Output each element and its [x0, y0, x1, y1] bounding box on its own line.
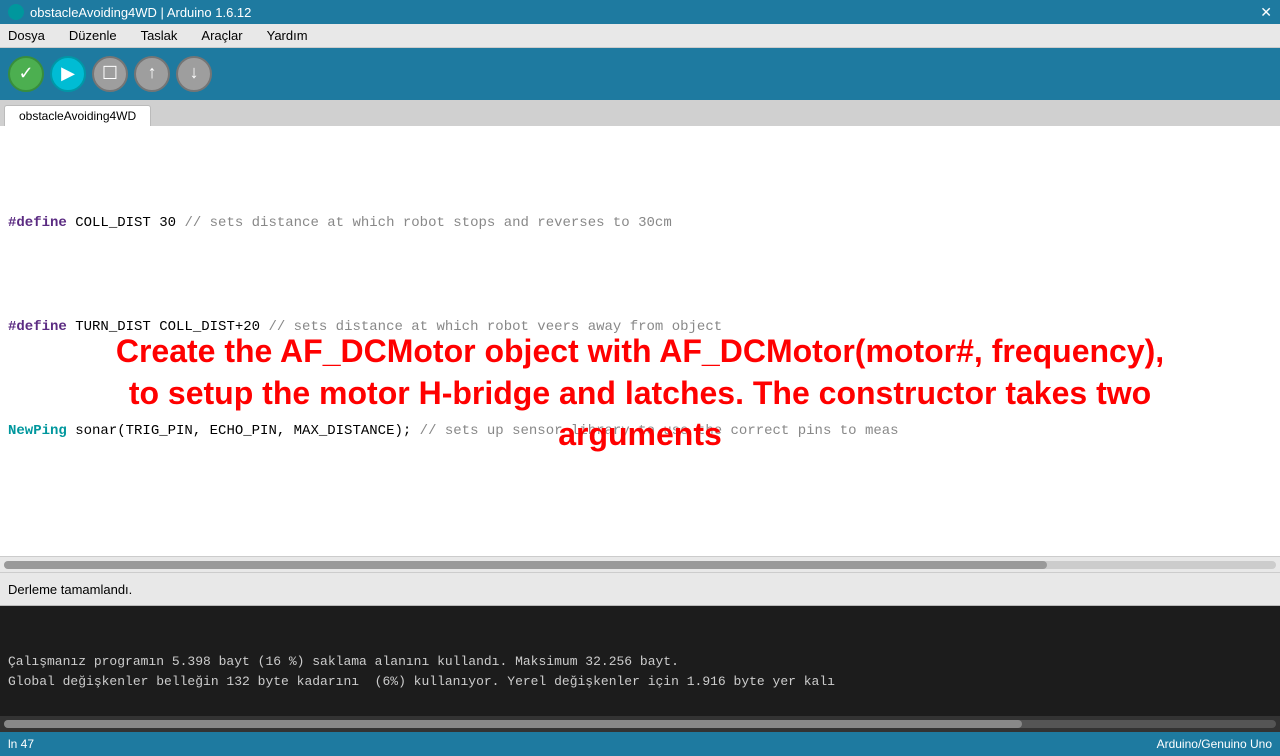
upload-button[interactable]: ▶: [50, 56, 86, 92]
verify-button[interactable]: ✓: [8, 56, 44, 92]
menu-araclar[interactable]: Araçlar: [197, 26, 246, 45]
title-bar: obstacleAvoiding4WD | Arduino 1.6.12 ✕: [0, 0, 1280, 24]
console-scrollbar-thumb[interactable]: [4, 720, 1022, 728]
menu-bar: Dosya Düzenle Taslak Araçlar Yardım: [0, 24, 1280, 48]
scrollbar-track: [4, 561, 1276, 569]
save-button[interactable]: ↓: [176, 56, 212, 92]
toolbar: ✓ ▶ ☐ ↑ ↓: [0, 48, 1280, 100]
window-close-button[interactable]: ✕: [1260, 4, 1272, 21]
open-button[interactable]: ↑: [134, 56, 170, 92]
titlebar-left: obstacleAvoiding4WD | Arduino 1.6.12: [8, 4, 251, 20]
new-button[interactable]: ☐: [92, 56, 128, 92]
cursor-position: ln 47: [8, 737, 34, 751]
console-output: Çalışmanız programın 5.398 bayt (16 %) s…: [0, 606, 1280, 716]
tab-obstacle[interactable]: obstacleAvoiding4WD: [4, 105, 151, 126]
code-line-3: NewPing sonar(TRIG_PIN, ECHO_PIN, MAX_DI…: [8, 418, 1272, 444]
console-scrollbar-track: [4, 720, 1276, 728]
bottom-status-bar: ln 47 Arduino/Genuino Uno: [0, 732, 1280, 756]
app-icon: [8, 4, 24, 20]
menu-dosya[interactable]: Dosya: [4, 26, 49, 45]
status-bar: Derleme tamamlandı.: [0, 572, 1280, 606]
code-area[interactable]: #define COLL_DIST 30 // sets distance at…: [0, 126, 1280, 556]
window-title: obstacleAvoiding4WD | Arduino 1.6.12: [30, 5, 251, 20]
console-line-1: [8, 634, 16, 649]
board-info: Arduino/Genuino Uno: [1157, 737, 1272, 751]
console-line-2: Çalışmanız programın 5.398 bayt (16 %) s…: [8, 654, 679, 669]
editor-horizontal-scrollbar[interactable]: [0, 556, 1280, 572]
menu-yardim[interactable]: Yardım: [263, 26, 312, 45]
code-line-2: #define TURN_DIST COLL_DIST+20 // sets d…: [8, 314, 1272, 340]
tab-bar: obstacleAvoiding4WD: [0, 100, 1280, 126]
code-editor[interactable]: #define COLL_DIST 30 // sets distance at…: [0, 126, 1280, 556]
code-line-4: [8, 522, 1272, 548]
menu-taslak[interactable]: Taslak: [137, 26, 182, 45]
status-message: Derleme tamamlandı.: [8, 582, 132, 597]
console-horizontal-scrollbar[interactable]: [0, 716, 1280, 732]
code-line-1: #define COLL_DIST 30 // sets distance at…: [8, 210, 1272, 236]
console-line-3: Global değişkenler belleğin 132 byte kad…: [8, 674, 835, 689]
menu-duzenle[interactable]: Düzenle: [65, 26, 121, 45]
scrollbar-thumb[interactable]: [4, 561, 1047, 569]
